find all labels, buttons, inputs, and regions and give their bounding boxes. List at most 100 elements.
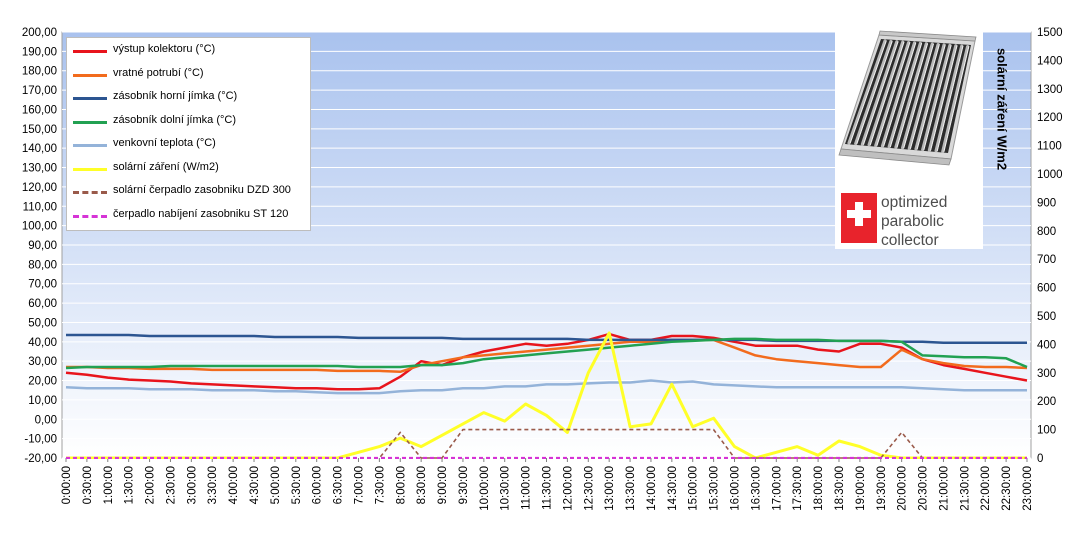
legend-swatch xyxy=(73,167,107,171)
y-tick-label: 20,00 xyxy=(28,376,57,388)
x-tick-label: 17:30:00 xyxy=(792,466,804,511)
x-tick-label: 22:00:00 xyxy=(980,466,992,511)
y2-tick-label: 600 xyxy=(1037,283,1056,295)
x-tick-label: 9:30:00 xyxy=(458,466,470,504)
y2-tick-label: 300 xyxy=(1037,368,1056,380)
x-tick-label: 3:30:00 xyxy=(207,466,219,504)
x-tick-label: 0:30:00 xyxy=(82,466,94,504)
legend-item: zásobník dolní jímka (°C) xyxy=(71,111,307,133)
x-tick-label: 18:30:00 xyxy=(834,466,846,511)
x-tick-label: 20:30:00 xyxy=(918,466,930,511)
x-tick-label: 8:00:00 xyxy=(395,466,407,504)
legend-item: výstup kolektoru (°C) xyxy=(71,40,307,62)
legend-item: solární záření (W/m2) xyxy=(71,158,307,180)
collector-logo-panel: optimized parabolic collector xyxy=(835,27,983,249)
legend-label: vratné potrubí (°C) xyxy=(113,66,204,79)
x-tick-label: 15:30:00 xyxy=(709,466,721,511)
y-tick-label: 50,00 xyxy=(28,317,57,329)
x-tick-label: 6:30:00 xyxy=(333,466,345,504)
x-tick-label: 4:30:00 xyxy=(249,466,261,504)
right-axis-title-text: solární záření W/m2 xyxy=(994,47,1010,171)
y-tick-label: 0,00 xyxy=(35,414,57,426)
x-tick-label: 10:30:00 xyxy=(500,466,512,511)
legend-label: solární čerpadlo zasobniku DZD 300 xyxy=(113,184,291,196)
x-axis: 0:00:00 0:30:00 1:00:00 1:30:00 2:00:00 2:30:… xyxy=(61,458,1034,511)
y2-tick-label: 200 xyxy=(1037,396,1056,408)
x-tick-label: 7:00:00 xyxy=(353,466,365,504)
legend-label: čerpadlo nabíjení zasobniku ST 120 xyxy=(113,207,289,220)
x-tick-label: 2:30:00 xyxy=(165,466,177,504)
y-tick-label: 120,00 xyxy=(22,182,57,194)
brand-line: collector xyxy=(881,232,939,249)
y2-tick-label: 700 xyxy=(1037,254,1056,266)
legend-swatch xyxy=(73,73,107,77)
y2-tick-label: 500 xyxy=(1037,311,1056,323)
x-tick-label: 1:00:00 xyxy=(103,466,115,504)
legend-swatch xyxy=(73,120,107,124)
x-tick-label: 1:30:00 xyxy=(124,466,136,504)
x-tick-label: 16:30:00 xyxy=(750,466,762,511)
x-tick-label: 20:00:00 xyxy=(897,466,909,511)
x-tick-label: 2:00:00 xyxy=(145,466,157,504)
y-tick-label: 170,00 xyxy=(22,85,57,97)
legend-label: venkovní teplota (°C) xyxy=(113,137,216,149)
x-tick-label: 8:30:00 xyxy=(416,466,428,504)
y-tick-label: -10,00 xyxy=(24,434,57,446)
x-tick-label: 11:30:00 xyxy=(542,466,554,510)
y-tick-label: 70,00 xyxy=(28,279,57,291)
solar-chart: -20,00 -10,00 0,00 10,00 20,00 30,00 40,00 50,0… xyxy=(0,0,1075,540)
x-tick-label: 9:00:00 xyxy=(437,466,449,504)
legend: výstup kolektoru (°C) vratné potrubí (°C)… xyxy=(66,37,311,231)
y-tick-label: 10,00 xyxy=(28,395,57,407)
brand-line: parabolic xyxy=(881,213,944,230)
x-tick-label: 16:00:00 xyxy=(730,466,742,511)
x-tick-label: 6:00:00 xyxy=(312,466,324,504)
left-axis: -20,00 -10,00 0,00 10,00 20,00 30,00 40,00 50,0… xyxy=(22,27,57,465)
x-tick-label: 17:00:00 xyxy=(771,466,783,511)
right-axis: 0 100 200 300 400 500 600 700 800 900 1000 1100 1200… xyxy=(1037,27,1063,465)
legend-label: solární záření (W/m2) xyxy=(113,160,219,173)
y2-tick-label: 1500 xyxy=(1037,27,1063,39)
y-tick-label: 160,00 xyxy=(22,104,57,116)
x-tick-label: 21:30:00 xyxy=(959,466,971,511)
swiss-cross-icon xyxy=(841,193,877,243)
x-tick-label: 5:30:00 xyxy=(291,466,303,504)
legend-item: zásobník horní jímka (°C) xyxy=(71,87,307,109)
y-tick-label: 90,00 xyxy=(28,240,57,252)
y-tick-label: 40,00 xyxy=(28,337,57,349)
legend-swatch xyxy=(73,191,107,194)
y-tick-label: 100,00 xyxy=(22,221,57,233)
y2-tick-label: 800 xyxy=(1037,226,1056,238)
y-tick-label: -20,00 xyxy=(24,453,57,465)
x-tick-label: 19:00:00 xyxy=(855,466,867,511)
legend-label: zásobník horní jímka (°C) xyxy=(113,90,238,102)
brand-text: optimized parabolic collector xyxy=(881,193,947,250)
y2-tick-label: 1000 xyxy=(1037,169,1063,181)
x-tick-label: 5:00:00 xyxy=(270,466,282,504)
y2-tick-label: 100 xyxy=(1037,425,1056,437)
x-tick-label: 19:30:00 xyxy=(876,466,888,511)
y2-tick-label: 900 xyxy=(1037,197,1056,209)
x-tick-label: 3:00:00 xyxy=(186,466,198,504)
legend-item: čerpadlo nabíjení zasobniku ST 120 xyxy=(71,205,307,227)
y2-tick-label: 1300 xyxy=(1037,84,1063,96)
y2-tick-label: 1100 xyxy=(1037,141,1062,153)
x-tick-label: 11:00:00 xyxy=(521,466,533,510)
legend-item: venkovní teplota (°C) xyxy=(71,134,307,156)
x-tick-label: 13:30:00 xyxy=(625,466,637,511)
x-tick-label: 12:30:00 xyxy=(583,466,595,511)
x-tick-label: 22:30:00 xyxy=(1001,466,1013,511)
y2-tick-label: 1200 xyxy=(1037,112,1063,124)
legend-item: vratné potrubí (°C) xyxy=(71,64,307,86)
x-tick-label: 15:00:00 xyxy=(688,466,700,511)
solar-collector-image xyxy=(838,30,977,166)
legend-swatch xyxy=(73,214,107,218)
y-tick-label: 190,00 xyxy=(22,46,57,58)
legend-label: výstup kolektoru (°C) xyxy=(113,43,216,55)
right-axis-title: solární záření W/m2 xyxy=(991,34,1013,184)
brand-line: optimized xyxy=(881,194,948,211)
y2-tick-label: 400 xyxy=(1037,339,1056,351)
legend-item: solární čerpadlo zasobniku DZD 300 xyxy=(71,181,307,203)
y-tick-label: 140,00 xyxy=(22,143,57,155)
y-tick-label: 200,00 xyxy=(22,27,57,39)
